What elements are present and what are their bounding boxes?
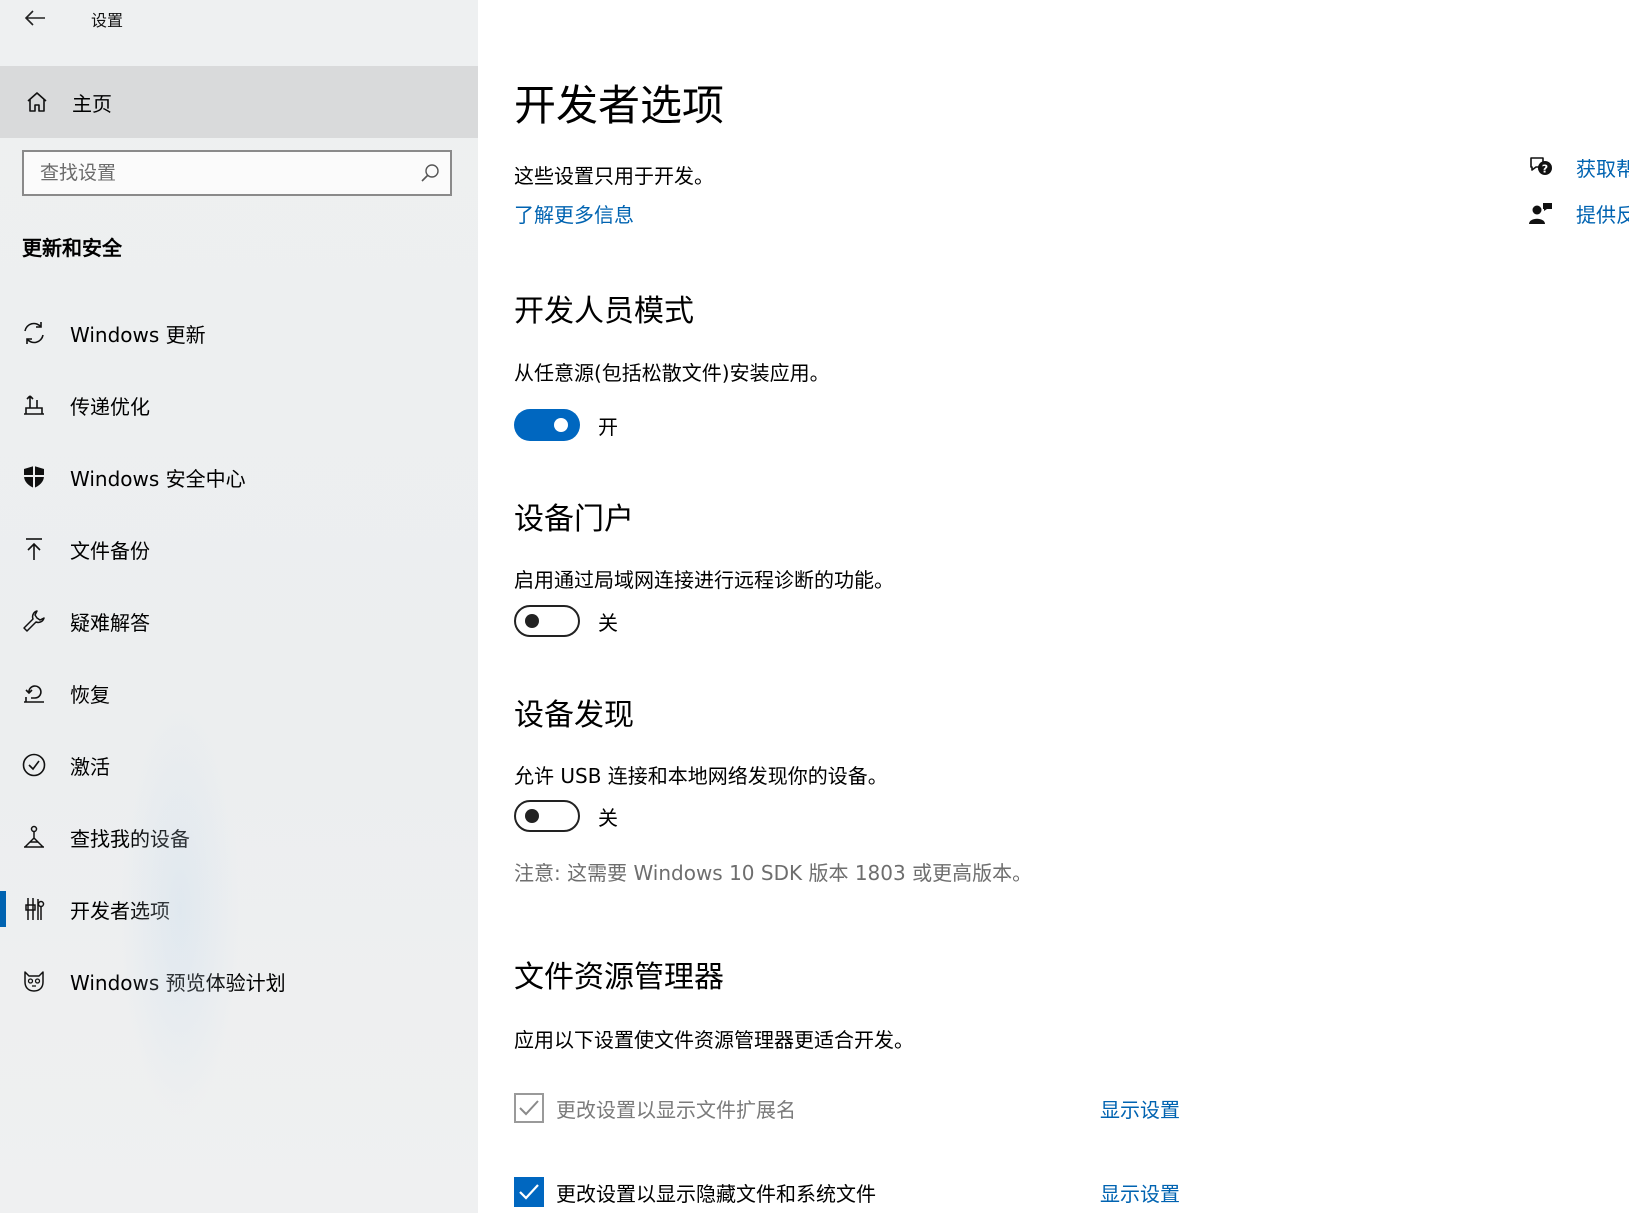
file-extension-option: 更改设置以显示文件扩展名 显示设置 bbox=[514, 1092, 1194, 1124]
insider-cat-icon bbox=[17, 968, 51, 994]
file-explorer-description: 应用以下设置使文件资源管理器更适合开发。 bbox=[514, 1028, 914, 1052]
back-arrow-icon bbox=[24, 10, 46, 26]
section-title: 更新和安全 bbox=[22, 236, 122, 260]
home-icon bbox=[20, 90, 54, 114]
app-title: 设置 bbox=[91, 11, 124, 30]
file-extension-checkbox[interactable] bbox=[514, 1093, 544, 1123]
file-explorer-heading: 文件资源管理器 bbox=[514, 960, 724, 995]
developer-mode-toggle[interactable] bbox=[514, 409, 580, 441]
delivery-optimization-icon bbox=[17, 392, 51, 418]
title-bar: 设置 bbox=[0, 0, 478, 36]
device-portal-state: 关 bbox=[598, 610, 618, 635]
sidebar: 设置 主页 更新和安全 Windows 更新 传递优化 bbox=[0, 0, 478, 1213]
device-portal-toggle[interactable] bbox=[514, 605, 580, 637]
search-input[interactable] bbox=[24, 161, 410, 185]
help-chat-icon: ? bbox=[1528, 155, 1554, 179]
sidebar-item-label: 疑难解答 bbox=[70, 610, 150, 635]
hidden-files-label: 更改设置以显示隐藏文件和系统文件 bbox=[556, 1181, 876, 1206]
page-title: 开发者选项 bbox=[514, 81, 725, 130]
sidebar-item-label: Windows 更新 bbox=[70, 322, 206, 347]
sidebar-item-home[interactable]: 主页 bbox=[0, 66, 478, 138]
sidebar-nav: Windows 更新 传递优化 Windows 安全中心 文件备份 疑难解答 恢… bbox=[0, 297, 478, 1017]
developer-mode-state: 开 bbox=[598, 414, 618, 439]
shield-icon bbox=[17, 464, 51, 490]
device-discovery-description: 允许 USB 连接和本地网络发现你的设备。 bbox=[514, 764, 888, 788]
device-discovery-heading: 设备发现 bbox=[514, 698, 634, 733]
sidebar-item-windows-update[interactable]: Windows 更新 bbox=[0, 297, 478, 369]
device-discovery-toggle-row: 关 bbox=[514, 800, 618, 832]
toggle-knob bbox=[554, 418, 568, 432]
sidebar-item-troubleshoot[interactable]: 疑难解答 bbox=[0, 585, 478, 657]
hidden-files-show-settings-link[interactable]: 显示设置 bbox=[1100, 1178, 1180, 1207]
sidebar-item-label: 开发者选项 bbox=[70, 898, 170, 923]
checkmark-icon bbox=[518, 1183, 540, 1201]
device-portal-heading: 设备门户 bbox=[514, 502, 634, 537]
help-links: ? 获取帮 提供反 bbox=[1528, 144, 1629, 236]
device-discovery-state: 关 bbox=[598, 805, 618, 830]
sidebar-item-label: 恢复 bbox=[70, 682, 110, 707]
svg-text:?: ? bbox=[1542, 163, 1548, 176]
check-circle-icon bbox=[17, 752, 51, 778]
developer-mode-description: 从任意源(包括松散文件)安装应用。 bbox=[514, 361, 830, 385]
feedback-label: 提供反 bbox=[1576, 202, 1629, 227]
learn-more-link[interactable]: 了解更多信息 bbox=[514, 199, 634, 228]
sidebar-item-label: 传递优化 bbox=[70, 394, 150, 419]
sidebar-item-label: 文件备份 bbox=[70, 538, 150, 563]
sidebar-item-developer-options[interactable]: 开发者选项 bbox=[0, 873, 478, 945]
sidebar-item-label: 查找我的设备 bbox=[70, 826, 190, 851]
sync-icon bbox=[17, 320, 51, 346]
toggle-knob bbox=[525, 809, 539, 823]
device-portal-toggle-row: 关 bbox=[514, 605, 618, 637]
toggle-knob bbox=[525, 614, 539, 628]
back-button[interactable] bbox=[18, 4, 52, 32]
sidebar-item-recovery[interactable]: 恢复 bbox=[0, 657, 478, 729]
sidebar-item-activation[interactable]: 激活 bbox=[0, 729, 478, 801]
device-portal-description: 启用通过局域网连接进行远程诊断的功能。 bbox=[514, 568, 894, 592]
checkmark-icon bbox=[518, 1099, 540, 1117]
sidebar-item-windows-insider[interactable]: Windows 预览体验计划 bbox=[0, 945, 478, 1017]
sidebar-item-label: Windows 安全中心 bbox=[70, 466, 246, 491]
hidden-files-option: 更改设置以显示隐藏文件和系统文件 显示设置 bbox=[514, 1176, 1194, 1208]
search-box bbox=[22, 150, 452, 196]
device-discovery-note: 注意: 这需要 Windows 10 SDK 版本 1803 或更高版本。 bbox=[514, 861, 1033, 885]
find-device-icon bbox=[17, 824, 51, 850]
developer-icon bbox=[17, 896, 51, 922]
sidebar-item-label: 激活 bbox=[70, 754, 110, 779]
get-help-label: 获取帮 bbox=[1576, 156, 1629, 181]
sidebar-item-delivery-optimization[interactable]: 传递优化 bbox=[0, 369, 478, 441]
recovery-icon bbox=[17, 680, 51, 706]
file-extension-label: 更改设置以显示文件扩展名 bbox=[556, 1097, 796, 1122]
sidebar-item-find-my-device[interactable]: 查找我的设备 bbox=[0, 801, 478, 873]
wrench-icon bbox=[17, 608, 51, 634]
search-icon[interactable] bbox=[410, 163, 450, 183]
hidden-files-checkbox[interactable] bbox=[514, 1177, 544, 1207]
developer-mode-toggle-row: 开 bbox=[514, 409, 618, 441]
sidebar-item-windows-security[interactable]: Windows 安全中心 bbox=[0, 441, 478, 513]
get-help-link[interactable]: ? 获取帮 bbox=[1528, 144, 1629, 190]
sidebar-item-label: Windows 预览体验计划 bbox=[70, 970, 286, 995]
device-discovery-toggle[interactable] bbox=[514, 800, 580, 832]
feedback-person-icon bbox=[1528, 201, 1554, 225]
developer-mode-heading: 开发人员模式 bbox=[514, 294, 694, 329]
intro-text: 这些设置只用于开发。 bbox=[514, 164, 714, 188]
feedback-link[interactable]: 提供反 bbox=[1528, 190, 1629, 236]
sidebar-item-file-backup[interactable]: 文件备份 bbox=[0, 513, 478, 585]
home-label: 主页 bbox=[72, 91, 112, 116]
backup-arrow-icon bbox=[17, 536, 51, 562]
file-extension-show-settings-link[interactable]: 显示设置 bbox=[1100, 1094, 1180, 1123]
